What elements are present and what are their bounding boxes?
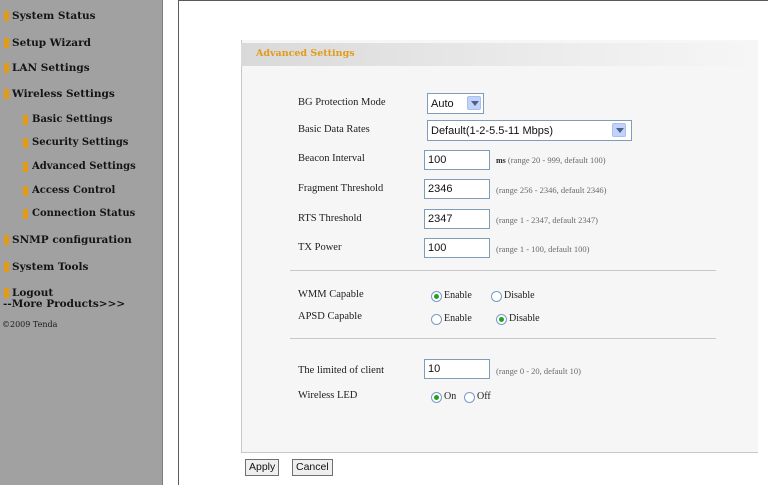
sidebar-item-label: Connection Status bbox=[32, 208, 136, 219]
apsd-disable-label[interactable]: Disable bbox=[509, 313, 540, 324]
fragment-threshold-input[interactable] bbox=[424, 179, 490, 199]
nav-marker-icon bbox=[23, 162, 28, 172]
divider bbox=[290, 338, 716, 339]
sidebar-item-label: Basic Settings bbox=[32, 114, 113, 125]
client-limit-hint: (range 0 - 20, default 10) bbox=[496, 366, 581, 376]
rts-threshold-label: RTS Threshold bbox=[298, 213, 362, 224]
tx-power-label: TX Power bbox=[298, 242, 342, 253]
beacon-interval-unit: ms bbox=[496, 156, 506, 165]
sidebar-item-system-status[interactable]: System Status bbox=[0, 6, 96, 26]
cancel-button[interactable]: Cancel bbox=[292, 459, 333, 476]
sidebar-item-snmp-configuration[interactable]: SNMP configuration bbox=[0, 230, 132, 250]
wireless-led-off-label[interactable]: Off bbox=[477, 391, 491, 402]
wmm-enable-radio[interactable] bbox=[431, 291, 442, 302]
apsd-capable-label: APSD Capable bbox=[298, 311, 362, 322]
basic-data-rates-select[interactable]: Default(1-2-5.5-11 Mbps) bbox=[427, 120, 632, 141]
sidebar-item-label: SNMP configuration bbox=[12, 234, 132, 246]
rts-threshold-input[interactable] bbox=[424, 209, 490, 229]
beacon-interval-input[interactable] bbox=[424, 150, 490, 170]
divider bbox=[290, 270, 716, 271]
apsd-enable-label[interactable]: Enable bbox=[444, 313, 472, 324]
bg-protection-label: BG Protection Mode bbox=[298, 97, 386, 108]
sidebar-item-label: Wireless Settings bbox=[12, 88, 115, 100]
wmm-capable-label: WMM Capable bbox=[298, 289, 364, 300]
copyright-text: ©2009 Tenda bbox=[2, 320, 58, 329]
tx-power-hint: (range 1 - 100, default 100) bbox=[496, 244, 590, 254]
sidebar-item-advanced-settings[interactable]: Advanced Settings bbox=[0, 157, 136, 177]
nav-marker-icon bbox=[4, 89, 9, 99]
sidebar-item-label: Advanced Settings bbox=[32, 161, 136, 172]
sidebar-item-system-tools[interactable]: System Tools bbox=[0, 257, 88, 277]
client-limit-input[interactable] bbox=[424, 359, 490, 379]
sidebar-item-label: Security Settings bbox=[32, 137, 129, 148]
wmm-enable-label[interactable]: Enable bbox=[444, 290, 472, 301]
rts-threshold-hint: (range 1 - 2347, default 2347) bbox=[496, 215, 598, 225]
wireless-led-on-label[interactable]: On bbox=[444, 391, 456, 402]
beacon-interval-range: (range 20 - 999, default 100) bbox=[507, 155, 606, 165]
nav-marker-icon bbox=[4, 63, 9, 73]
apsd-disable-radio[interactable] bbox=[496, 314, 507, 325]
sidebar-item-access-control[interactable]: Access Control bbox=[0, 181, 115, 201]
nav-marker-icon bbox=[4, 262, 9, 272]
more-products-link[interactable]: --More Products>>> bbox=[3, 298, 125, 310]
sidebar-item-lan-settings[interactable]: LAN Settings bbox=[0, 58, 90, 78]
nav-marker-icon bbox=[4, 288, 9, 298]
page-title: Advanced Settings bbox=[256, 48, 355, 59]
tx-power-input[interactable] bbox=[424, 238, 490, 258]
wmm-disable-radio[interactable] bbox=[491, 291, 502, 302]
fragment-threshold-label: Fragment Threshold bbox=[298, 183, 384, 194]
sidebar-item-label: System Tools bbox=[12, 261, 89, 273]
sidebar-item-label: Access Control bbox=[32, 185, 116, 196]
fragment-threshold-hint: (range 256 - 2346, default 2346) bbox=[496, 185, 607, 195]
nav-marker-icon bbox=[23, 186, 28, 196]
beacon-interval-label: Beacon Interval bbox=[298, 153, 365, 164]
sidebar-item-label: LAN Settings bbox=[12, 62, 90, 74]
nav-marker-icon bbox=[4, 38, 9, 48]
client-limit-label: The limited of client bbox=[298, 365, 385, 376]
apply-button[interactable]: Apply bbox=[245, 459, 280, 476]
beacon-interval-hint: ms (range 20 - 999, default 100) bbox=[496, 155, 606, 165]
sidebar-item-basic-settings[interactable]: Basic Settings bbox=[0, 110, 112, 130]
sidebar-item-label: Setup Wizard bbox=[12, 37, 91, 49]
sidebar-item-label: System Status bbox=[12, 10, 96, 22]
wmm-disable-label[interactable]: Disable bbox=[504, 290, 535, 301]
wireless-led-on-radio[interactable] bbox=[431, 392, 442, 403]
sidebar-item-wireless-settings[interactable]: Wireless Settings bbox=[0, 84, 115, 104]
apsd-enable-radio[interactable] bbox=[431, 314, 442, 325]
footer-divider bbox=[241, 452, 758, 453]
nav-marker-icon bbox=[4, 235, 9, 245]
nav-marker-icon bbox=[4, 11, 9, 21]
nav-marker-icon bbox=[23, 209, 28, 219]
nav-marker-icon bbox=[23, 138, 28, 148]
nav-marker-icon bbox=[23, 115, 28, 125]
bg-protection-select[interactable]: Auto bbox=[427, 93, 484, 114]
sidebar-item-connection-status[interactable]: Connection Status bbox=[0, 204, 135, 224]
wireless-led-label: Wireless LED bbox=[298, 390, 358, 401]
basic-data-rates-label: Basic Data Rates bbox=[298, 124, 370, 135]
section-header: Advanced Settings bbox=[241, 43, 758, 66]
sidebar: System Status Setup Wizard LAN Settings … bbox=[0, 0, 163, 485]
sidebar-item-security-settings[interactable]: Security Settings bbox=[0, 133, 128, 153]
sidebar-item-setup-wizard[interactable]: Setup Wizard bbox=[0, 33, 91, 53]
wireless-led-off-radio[interactable] bbox=[464, 392, 475, 403]
